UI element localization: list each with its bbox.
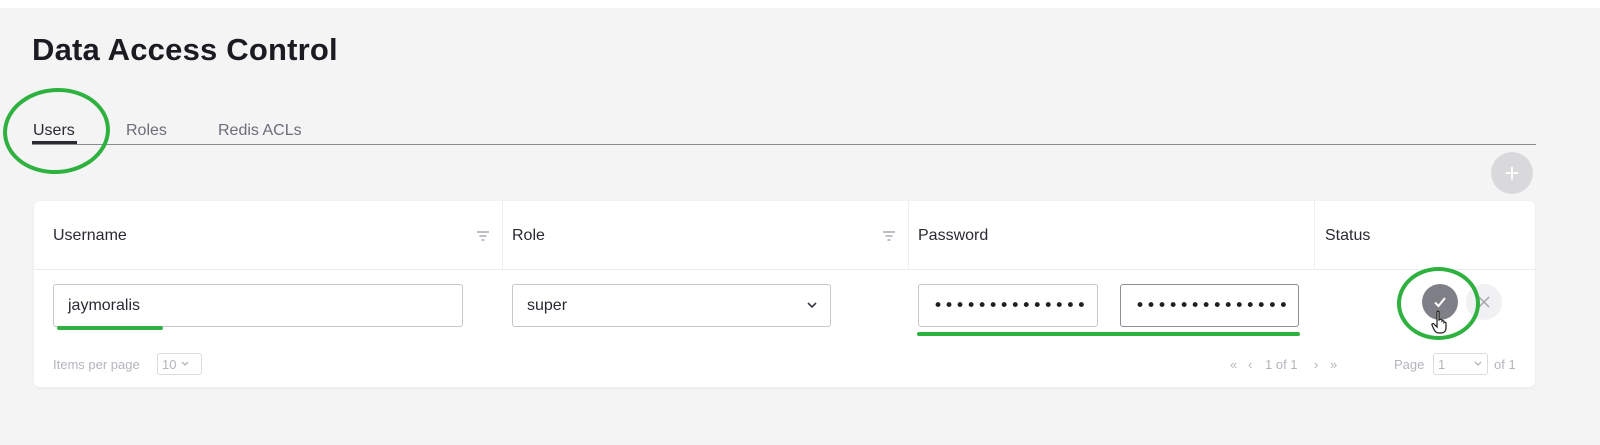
top-band — [0, 0, 1600, 8]
last-page-icon[interactable]: » — [1330, 357, 1337, 372]
username-input[interactable]: jaymoralis — [53, 284, 463, 327]
active-tab-indicator — [32, 141, 77, 144]
page-total: of 1 — [1494, 357, 1516, 372]
page-label: Page — [1394, 357, 1425, 372]
items-per-page-label: Items per page — [53, 357, 140, 372]
chevron-down-icon — [1474, 361, 1482, 366]
tab-bar: Users Roles Redis ACLs — [32, 118, 1536, 145]
check-icon — [1434, 297, 1446, 308]
tab-roles[interactable]: Roles — [126, 122, 167, 140]
tab-users[interactable]: Users — [33, 122, 75, 140]
column-divider[interactable] — [908, 201, 909, 269]
column-header-username: Username — [53, 227, 127, 244]
add-user-button[interactable]: + — [1491, 152, 1533, 194]
save-button[interactable] — [1422, 284, 1458, 320]
items-per-page-select[interactable]: 10 — [157, 353, 202, 375]
pagination-status: 1 of 1 — [1265, 357, 1298, 372]
page-value: 1 — [1438, 356, 1446, 372]
users-table: Username Role Password Status jaymoralis… — [34, 201, 1535, 387]
column-divider[interactable] — [502, 201, 503, 269]
next-page-icon[interactable]: › — [1314, 357, 1318, 372]
password-value: •••••••••••••• — [933, 295, 1088, 316]
column-header-status: Status — [1325, 227, 1371, 244]
prev-page-icon[interactable]: ‹ — [1248, 357, 1252, 372]
confirm-password-value: •••••••••••••• — [1135, 295, 1290, 316]
password-input[interactable]: •••••••••••••• — [918, 284, 1098, 327]
role-select[interactable]: super — [512, 284, 831, 327]
column-header-role: Role — [512, 227, 545, 244]
page-title: Data Access Control — [32, 32, 338, 67]
page-select[interactable]: 1 — [1433, 353, 1488, 375]
tab-redis-acls[interactable]: Redis ACLs — [218, 122, 302, 140]
column-header-password: Password — [918, 227, 989, 244]
confirm-password-input[interactable]: •••••••••••••• — [1120, 284, 1299, 327]
chevron-down-icon — [807, 302, 817, 309]
username-value: jaymoralis — [68, 296, 141, 314]
first-page-icon[interactable]: « — [1230, 357, 1240, 372]
header-divider — [34, 269, 1535, 270]
plus-icon: + — [1504, 158, 1520, 188]
cancel-button[interactable] — [1466, 284, 1502, 320]
column-divider[interactable] — [1314, 201, 1315, 269]
filter-icon[interactable] — [882, 230, 896, 242]
filter-icon[interactable] — [476, 230, 490, 242]
items-per-page-value: 10 — [162, 356, 177, 372]
close-icon — [1478, 296, 1490, 308]
role-value: super — [527, 296, 568, 314]
chevron-down-icon — [182, 361, 189, 366]
